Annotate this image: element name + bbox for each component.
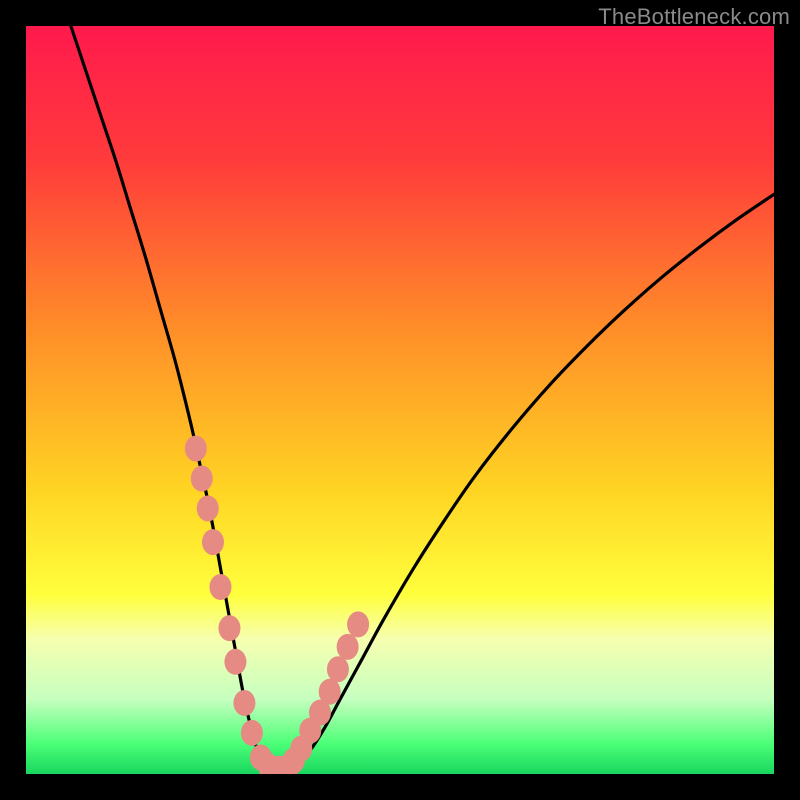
curve-marker (233, 690, 255, 716)
bottleneck-chart (26, 26, 774, 774)
curve-marker (197, 495, 219, 521)
curve-marker (224, 649, 246, 675)
curve-marker (327, 656, 349, 682)
gradient-background (26, 26, 774, 774)
curve-marker (347, 611, 369, 637)
watermark-text: TheBottleneck.com (598, 4, 790, 30)
chart-frame: TheBottleneck.com (0, 0, 800, 800)
curve-marker (191, 466, 213, 492)
curve-marker (218, 615, 240, 641)
curve-marker (337, 634, 359, 660)
curve-marker (319, 679, 341, 705)
curve-marker (209, 574, 231, 600)
curve-marker (202, 529, 224, 555)
curve-marker (241, 720, 263, 746)
curve-marker (185, 436, 207, 462)
